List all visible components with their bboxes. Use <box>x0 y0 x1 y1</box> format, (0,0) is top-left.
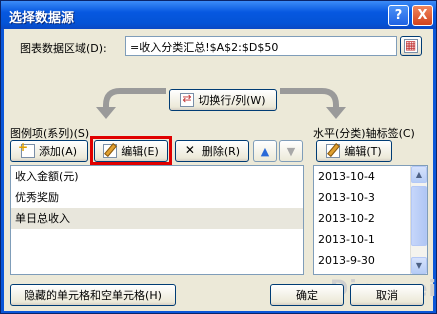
hidden-empty-cells-button[interactable]: 隐藏的单元格和空单元格(H) <box>10 284 176 306</box>
add-icon <box>18 140 35 158</box>
ok-button[interactable]: 确定 <box>270 284 344 306</box>
dialog-body: 图表数据区域(D): =收入分类汇总!$A$2:$D$50 切换行/列(W) 图… <box>4 29 436 311</box>
edit-axis-labels-label: 编辑(T) <box>344 145 382 158</box>
delete-series-label: 删除(R) <box>201 145 241 158</box>
move-up-button[interactable]: ▲ <box>253 140 277 162</box>
move-down-button[interactable]: ▼ <box>279 140 303 162</box>
edit-icon <box>326 144 341 158</box>
add-series-label: 添加(A) <box>38 145 78 158</box>
edit-button-highlight <box>90 136 172 165</box>
scroll-up-button[interactable]: ▲ <box>411 166 427 183</box>
axis-labels-list[interactable]: 2013-10-4 2013-10-3 2013-10-2 2013-10-1 … <box>313 165 428 275</box>
delete-icon <box>184 143 198 158</box>
delete-series-button[interactable]: 删除(R) <box>175 140 249 162</box>
data-range-label: 图表数据区域(D): <box>20 42 107 55</box>
scroll-thumb[interactable] <box>411 186 427 246</box>
series-item[interactable]: 单日总收入 <box>11 208 303 229</box>
data-range-input[interactable]: =收入分类汇总!$A$2:$D$50 <box>125 36 397 56</box>
series-list[interactable]: 收入金额(元) 优秀奖励 单日总收入 <box>10 165 304 275</box>
cancel-button[interactable]: 取消 <box>350 284 424 306</box>
axis-list-scrollbar[interactable]: ▲ ▼ <box>410 166 427 274</box>
scroll-down-button[interactable]: ▼ <box>411 257 427 274</box>
edit-axis-labels-button[interactable]: 编辑(T) <box>316 140 392 162</box>
title-bar: 选择数据源 ? X <box>1 1 436 29</box>
series-item[interactable]: 收入金额(元) <box>11 166 303 187</box>
switch-icon <box>180 92 195 107</box>
dialog-title: 选择数据源 <box>9 11 75 26</box>
collapse-range-button[interactable] <box>400 36 422 56</box>
axis-labels-group-label: 水平(分类)轴标签(C) <box>313 127 415 140</box>
series-group-label: 图例项(系列)(S) <box>10 127 90 140</box>
series-item[interactable]: 优秀奖励 <box>11 187 303 208</box>
left-curve-arrow <box>96 88 166 119</box>
switch-row-column-label: 切换行/列(W) <box>198 94 266 107</box>
range-picker-icon <box>404 38 418 53</box>
switch-row-column-button[interactable]: 切换行/列(W) <box>169 89 277 111</box>
select-data-source-dialog: 选择数据源 ? X 图表数据区域(D): =收入分类汇总!$A$2:$D$50 … <box>0 0 437 314</box>
add-series-button[interactable]: 添加(A) <box>10 140 88 162</box>
close-button[interactable]: X <box>412 5 433 26</box>
help-button[interactable]: ? <box>388 5 409 26</box>
right-curve-arrow <box>280 88 346 119</box>
